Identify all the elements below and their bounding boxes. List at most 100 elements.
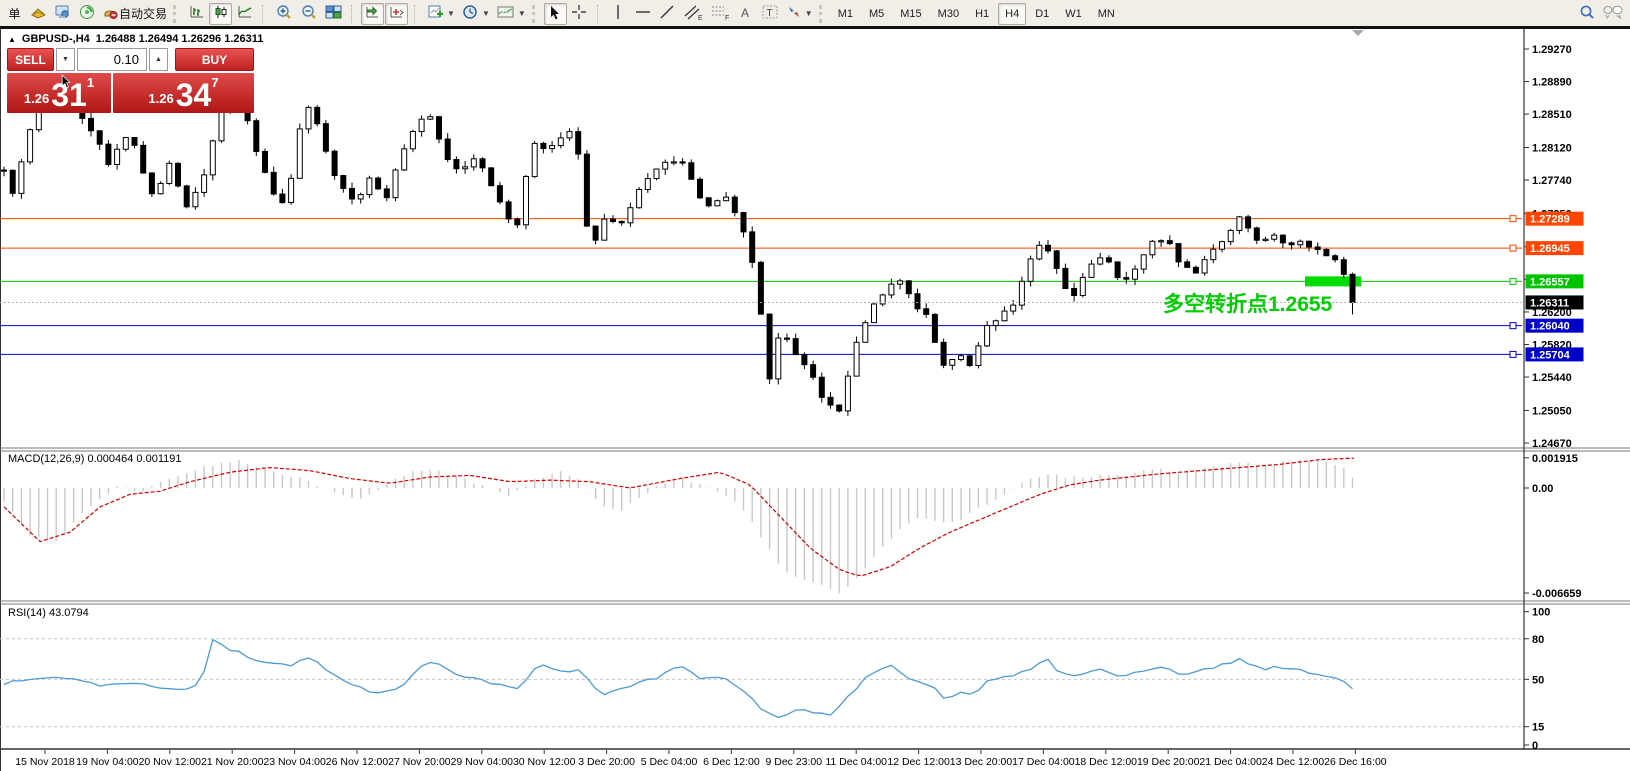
auto-scroll-button[interactable] <box>361 3 384 25</box>
price-tick-label: 1.28120 <box>1532 142 1572 154</box>
time-axis-label: 29 Nov 04:00 <box>451 756 514 768</box>
pivot-annotation-text[interactable]: 多空转折点1.2655 <box>1163 288 1332 318</box>
data-window-button[interactable] <box>75 3 98 25</box>
spin-up-icon: ▲ <box>155 56 162 63</box>
zoom-out-button[interactable] <box>297 3 321 25</box>
new-chart-button[interactable]: ▼ <box>424 3 458 25</box>
toolbar-separator <box>173 5 180 23</box>
time-axis-label: 30 Nov 12:00 <box>513 756 576 768</box>
time-axis-label: 19 Dec 20:00 <box>1137 756 1200 768</box>
time-axis-label: 20 Nov 12:00 <box>139 756 202 768</box>
price-tick-label: 1.27740 <box>1532 175 1572 187</box>
chart-canvas[interactable]: 1.292701.288901.285101.281201.277401.273… <box>0 0 1630 771</box>
horizontal-line-icon <box>634 4 652 23</box>
search-button[interactable] <box>1575 3 1599 25</box>
volume-increase-button[interactable]: ▲ <box>149 48 168 71</box>
buy-button[interactable]: BUY <box>175 48 254 71</box>
buy-price-prefix: 1.26 <box>148 91 173 106</box>
level-handle[interactable] <box>1510 216 1516 222</box>
timeframe-m1[interactable]: M1 <box>831 3 860 25</box>
timeframe-mn[interactable]: MN <box>1091 3 1122 25</box>
new-order-button[interactable]: 单 <box>3 3 26 25</box>
spin-down-icon: ▼ <box>62 56 69 63</box>
green-info-icon <box>79 4 95 23</box>
price-tick-label: 1.25440 <box>1532 372 1572 384</box>
indicators-button[interactable]: ▼ <box>494 3 529 25</box>
time-axis-label: 18 Dec 12:00 <box>1075 756 1138 768</box>
line-chart-type-button[interactable] <box>233 3 256 25</box>
fibonacci-tool-button[interactable]: F <box>707 3 733 25</box>
horizontal-line-tool-button[interactable] <box>631 3 655 25</box>
timeframe-m15[interactable]: M15 <box>893 3 928 25</box>
new-order-label: 单 <box>8 5 20 22</box>
level-handle[interactable] <box>1510 245 1516 251</box>
price-tick-label: 1.25050 <box>1532 405 1572 417</box>
equidistant-channel-tool-button[interactable]: E <box>680 3 706 25</box>
cursor-tool-button[interactable] <box>544 3 567 25</box>
dropdown-caret-icon: ▼ <box>447 9 455 18</box>
autotrade-button[interactable]: 自动交易 <box>99 3 170 25</box>
bid-price-tag-text: 1.26311 <box>1530 297 1569 309</box>
sell-button-label: SELL <box>15 53 46 67</box>
clock-icon <box>462 4 479 23</box>
level-price-tag-text: 1.26040 <box>1530 321 1570 333</box>
price-tick-label: 1.29270 <box>1532 44 1572 56</box>
market-watch-button[interactable] <box>51 3 74 25</box>
rsi-line <box>4 640 1353 718</box>
timeframe-h4[interactable]: H4 <box>998 3 1026 25</box>
bar-chart-icon <box>189 4 205 23</box>
sell-price-pip: 1 <box>87 75 94 90</box>
tile-windows-button[interactable] <box>322 3 345 25</box>
rsi-tick-label: 0 <box>1532 740 1538 752</box>
panel-collapse-icon[interactable]: ▲ <box>8 35 16 44</box>
candlestick-chart-icon <box>213 4 229 23</box>
zoom-in-button[interactable] <box>272 3 296 25</box>
text-tool-button[interactable]: A <box>734 3 757 25</box>
charts-button[interactable] <box>27 3 50 25</box>
trendline-tool-button[interactable] <box>656 3 679 25</box>
timeframe-d1[interactable]: D1 <box>1028 3 1056 25</box>
chart-shift-button[interactable] <box>385 3 408 25</box>
dropdown-caret-icon: ▼ <box>518 9 526 18</box>
sell-button[interactable]: SELL <box>7 48 54 71</box>
text-label-icon: T <box>761 4 779 23</box>
svg-text:E: E <box>698 15 703 21</box>
volume-decrease-button[interactable]: ▼ <box>56 48 75 71</box>
timeframe-h1[interactable]: H1 <box>968 3 996 25</box>
auto-scroll-icon <box>364 4 381 23</box>
volume-input[interactable]: 0.10 <box>77 48 147 71</box>
crosshair-tool-button[interactable] <box>568 3 591 25</box>
level-price-tag-text: 1.27289 <box>1530 214 1570 226</box>
chat-button[interactable] <box>1599 3 1627 25</box>
timeframe-m5[interactable]: M5 <box>862 3 891 25</box>
macd-tick-label: 0.00 <box>1532 483 1553 495</box>
svg-text:A: A <box>741 6 749 20</box>
level-handle[interactable] <box>1510 323 1516 329</box>
toolbar-separator <box>414 5 419 23</box>
sell-price-display[interactable]: 1.26 31 1 <box>7 73 111 113</box>
timeframe-m30[interactable]: M30 <box>931 3 966 25</box>
timeframe-w1[interactable]: W1 <box>1058 3 1089 25</box>
arrows-tool-button[interactable]: ▼ <box>783 3 816 25</box>
text-label-tool-button[interactable]: T <box>758 3 782 25</box>
candlestick-chart-type-button[interactable] <box>209 3 232 25</box>
chart-collapse-arrow[interactable] <box>1352 30 1364 36</box>
bar-chart-type-button[interactable] <box>185 3 208 25</box>
text-icon: A <box>738 5 752 23</box>
mt4-window: 单 自动交易 <box>0 0 1630 771</box>
level-handle[interactable] <box>1510 351 1516 357</box>
gold-chart-icon <box>30 4 47 23</box>
rsi-tick-label: 50 <box>1532 674 1544 686</box>
macd-pane-title: MACD(12,26,9) 0.000464 0.001191 <box>8 453 181 465</box>
buy-price-display[interactable]: 1.26 34 7 <box>113 73 254 113</box>
vertical-line-tool-button[interactable] <box>607 3 630 25</box>
buy-price-big: 34 <box>176 80 212 110</box>
time-axis-label: 15 Nov 2018 <box>15 756 75 768</box>
rsi-tick-label: 80 <box>1532 634 1544 646</box>
cursor-icon <box>548 5 562 23</box>
candles-layer <box>2 79 1356 416</box>
time-axis-label: 19 Nov 04:00 <box>76 756 139 768</box>
profiles-button[interactable]: ▼ <box>459 3 493 25</box>
toolbar-separator <box>262 5 267 23</box>
level-handle[interactable] <box>1510 278 1516 284</box>
